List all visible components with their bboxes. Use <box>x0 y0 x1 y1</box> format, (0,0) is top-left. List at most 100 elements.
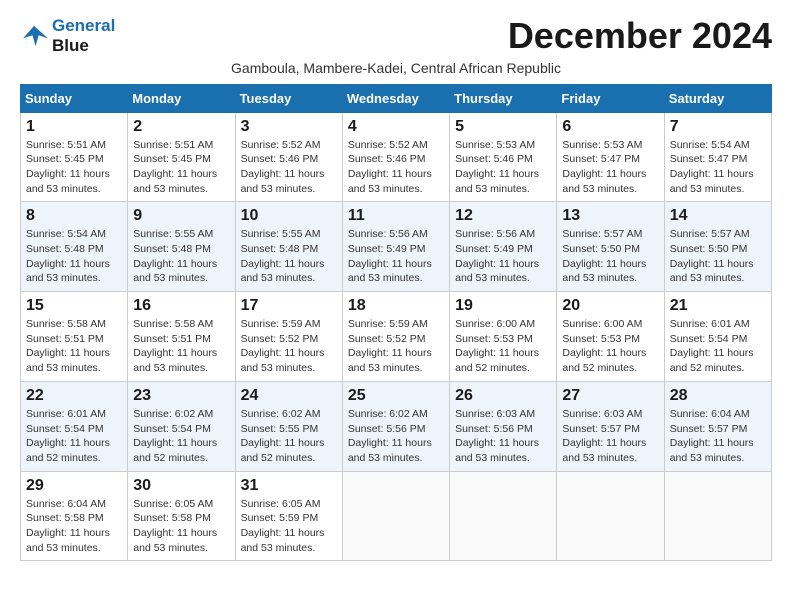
calendar-cell: 29 Sunrise: 6:04 AM Sunset: 5:58 PM Dayli… <box>21 471 128 561</box>
day-number: 31 <box>241 477 337 495</box>
day-detail: Sunrise: 6:02 AM Sunset: 5:54 PM Dayligh… <box>133 407 229 466</box>
day-detail: Sunrise: 6:03 AM Sunset: 5:57 PM Dayligh… <box>562 407 658 466</box>
calendar-cell: 17 Sunrise: 5:59 AM Sunset: 5:52 PM Dayli… <box>235 292 342 382</box>
day-detail: Sunrise: 5:56 AM Sunset: 5:49 PM Dayligh… <box>348 227 444 286</box>
day-number: 30 <box>133 477 229 495</box>
day-detail: Sunrise: 5:56 AM Sunset: 5:49 PM Dayligh… <box>455 227 551 286</box>
day-detail: Sunrise: 5:51 AM Sunset: 5:45 PM Dayligh… <box>133 138 229 197</box>
day-detail: Sunrise: 5:55 AM Sunset: 5:48 PM Dayligh… <box>241 227 337 286</box>
calendar-cell: 25 Sunrise: 6:02 AM Sunset: 5:56 PM Dayli… <box>342 381 449 471</box>
weekday-header-tuesday: Tuesday <box>235 84 342 112</box>
calendar-cell: 21 Sunrise: 6:01 AM Sunset: 5:54 PM Dayli… <box>664 292 771 382</box>
day-number: 6 <box>562 118 658 136</box>
weekday-header-wednesday: Wednesday <box>342 84 449 112</box>
day-number: 5 <box>455 118 551 136</box>
calendar-cell: 12 Sunrise: 5:56 AM Sunset: 5:49 PM Dayli… <box>450 202 557 292</box>
day-detail: Sunrise: 5:54 AM Sunset: 5:47 PM Dayligh… <box>670 138 766 197</box>
logo-bird-icon <box>20 24 48 48</box>
day-detail: Sunrise: 5:53 AM Sunset: 5:47 PM Dayligh… <box>562 138 658 197</box>
day-detail: Sunrise: 5:52 AM Sunset: 5:46 PM Dayligh… <box>241 138 337 197</box>
day-number: 8 <box>26 207 122 225</box>
day-detail: Sunrise: 5:57 AM Sunset: 5:50 PM Dayligh… <box>562 227 658 286</box>
calendar-cell: 9 Sunrise: 5:55 AM Sunset: 5:48 PM Daylig… <box>128 202 235 292</box>
day-detail: Sunrise: 6:01 AM Sunset: 5:54 PM Dayligh… <box>670 317 766 376</box>
day-detail: Sunrise: 6:02 AM Sunset: 5:55 PM Dayligh… <box>241 407 337 466</box>
logo: General Blue <box>20 16 115 55</box>
calendar-cell <box>664 471 771 561</box>
day-number: 21 <box>670 297 766 315</box>
calendar-cell: 26 Sunrise: 6:03 AM Sunset: 5:56 PM Dayli… <box>450 381 557 471</box>
calendar-cell: 11 Sunrise: 5:56 AM Sunset: 5:49 PM Dayli… <box>342 202 449 292</box>
day-detail: Sunrise: 5:57 AM Sunset: 5:50 PM Dayligh… <box>670 227 766 286</box>
location-subtitle: Gamboula, Mambere-Kadei, Central African… <box>20 60 772 76</box>
day-number: 11 <box>348 207 444 225</box>
calendar-cell: 5 Sunrise: 5:53 AM Sunset: 5:46 PM Daylig… <box>450 112 557 202</box>
page-title: December 2024 <box>508 16 772 56</box>
calendar-cell: 13 Sunrise: 5:57 AM Sunset: 5:50 PM Dayli… <box>557 202 664 292</box>
day-number: 16 <box>133 297 229 315</box>
day-detail: Sunrise: 6:03 AM Sunset: 5:56 PM Dayligh… <box>455 407 551 466</box>
logo-text: General Blue <box>52 16 115 55</box>
calendar-cell <box>450 471 557 561</box>
calendar-cell <box>557 471 664 561</box>
day-number: 17 <box>241 297 337 315</box>
day-detail: Sunrise: 6:02 AM Sunset: 5:56 PM Dayligh… <box>348 407 444 466</box>
day-number: 19 <box>455 297 551 315</box>
weekday-header-sunday: Sunday <box>21 84 128 112</box>
day-number: 7 <box>670 118 766 136</box>
day-number: 29 <box>26 477 122 495</box>
calendar-cell: 3Sunrise: 5:52 AM Sunset: 5:46 PM Daylig… <box>235 112 342 202</box>
day-number: 18 <box>348 297 444 315</box>
calendar-cell: 10 Sunrise: 5:55 AM Sunset: 5:48 PM Dayli… <box>235 202 342 292</box>
weekday-header-friday: Friday <box>557 84 664 112</box>
calendar-cell: 7 Sunrise: 5:54 AM Sunset: 5:47 PM Daylig… <box>664 112 771 202</box>
calendar-cell: 1 Sunrise: 5:51 AM Sunset: 5:45 PM Daylig… <box>21 112 128 202</box>
day-detail: Sunrise: 6:00 AM Sunset: 5:53 PM Dayligh… <box>455 317 551 376</box>
day-number: 14 <box>670 207 766 225</box>
calendar-cell: 14 Sunrise: 5:57 AM Sunset: 5:50 PM Dayli… <box>664 202 771 292</box>
day-detail: Sunrise: 6:04 AM Sunset: 5:57 PM Dayligh… <box>670 407 766 466</box>
day-detail: Sunrise: 6:05 AM Sunset: 5:58 PM Dayligh… <box>133 497 229 556</box>
day-number: 15 <box>26 297 122 315</box>
calendar-cell: 15 Sunrise: 5:58 AM Sunset: 5:51 PM Dayli… <box>21 292 128 382</box>
calendar-cell <box>342 471 449 561</box>
day-number: 26 <box>455 387 551 405</box>
calendar-cell: 4Sunrise: 5:52 AM Sunset: 5:46 PM Daylig… <box>342 112 449 202</box>
day-detail: Sunrise: 5:52 AM Sunset: 5:46 PM Dayligh… <box>348 138 444 197</box>
day-number: 22 <box>26 387 122 405</box>
day-detail: Sunrise: 6:01 AM Sunset: 5:54 PM Dayligh… <box>26 407 122 466</box>
day-detail: Sunrise: 5:59 AM Sunset: 5:52 PM Dayligh… <box>241 317 337 376</box>
day-number: 1 <box>26 118 122 136</box>
day-number: 20 <box>562 297 658 315</box>
calendar-cell: 30 Sunrise: 6:05 AM Sunset: 5:58 PM Dayli… <box>128 471 235 561</box>
day-detail: Sunrise: 6:00 AM Sunset: 5:53 PM Dayligh… <box>562 317 658 376</box>
calendar-cell: 28 Sunrise: 6:04 AM Sunset: 5:57 PM Dayli… <box>664 381 771 471</box>
day-number: 12 <box>455 207 551 225</box>
day-detail: Sunrise: 5:54 AM Sunset: 5:48 PM Dayligh… <box>26 227 122 286</box>
day-detail: Sunrise: 5:58 AM Sunset: 5:51 PM Dayligh… <box>26 317 122 376</box>
calendar-cell: 19 Sunrise: 6:00 AM Sunset: 5:53 PM Dayli… <box>450 292 557 382</box>
day-detail: Sunrise: 5:59 AM Sunset: 5:52 PM Dayligh… <box>348 317 444 376</box>
calendar-cell: 16 Sunrise: 5:58 AM Sunset: 5:51 PM Dayli… <box>128 292 235 382</box>
day-detail: Sunrise: 5:51 AM Sunset: 5:45 PM Dayligh… <box>26 138 122 197</box>
calendar-cell: 2 Sunrise: 5:51 AM Sunset: 5:45 PM Daylig… <box>128 112 235 202</box>
day-number: 10 <box>241 207 337 225</box>
day-number: 25 <box>348 387 444 405</box>
calendar-cell: 20 Sunrise: 6:00 AM Sunset: 5:53 PM Dayli… <box>557 292 664 382</box>
calendar-cell: 22 Sunrise: 6:01 AM Sunset: 5:54 PM Dayli… <box>21 381 128 471</box>
weekday-header-saturday: Saturday <box>664 84 771 112</box>
day-number: 28 <box>670 387 766 405</box>
day-number: 2 <box>133 118 229 136</box>
day-detail: Sunrise: 5:55 AM Sunset: 5:48 PM Dayligh… <box>133 227 229 286</box>
day-detail: Sunrise: 5:53 AM Sunset: 5:46 PM Dayligh… <box>455 138 551 197</box>
day-number: 23 <box>133 387 229 405</box>
weekday-header-thursday: Thursday <box>450 84 557 112</box>
calendar-cell: 18 Sunrise: 5:59 AM Sunset: 5:52 PM Dayli… <box>342 292 449 382</box>
weekday-header-monday: Monday <box>128 84 235 112</box>
day-detail: Sunrise: 5:58 AM Sunset: 5:51 PM Dayligh… <box>133 317 229 376</box>
day-number: 9 <box>133 207 229 225</box>
day-number: 24 <box>241 387 337 405</box>
day-number: 13 <box>562 207 658 225</box>
day-detail: Sunrise: 6:04 AM Sunset: 5:58 PM Dayligh… <box>26 497 122 556</box>
calendar-cell: 24 Sunrise: 6:02 AM Sunset: 5:55 PM Dayli… <box>235 381 342 471</box>
